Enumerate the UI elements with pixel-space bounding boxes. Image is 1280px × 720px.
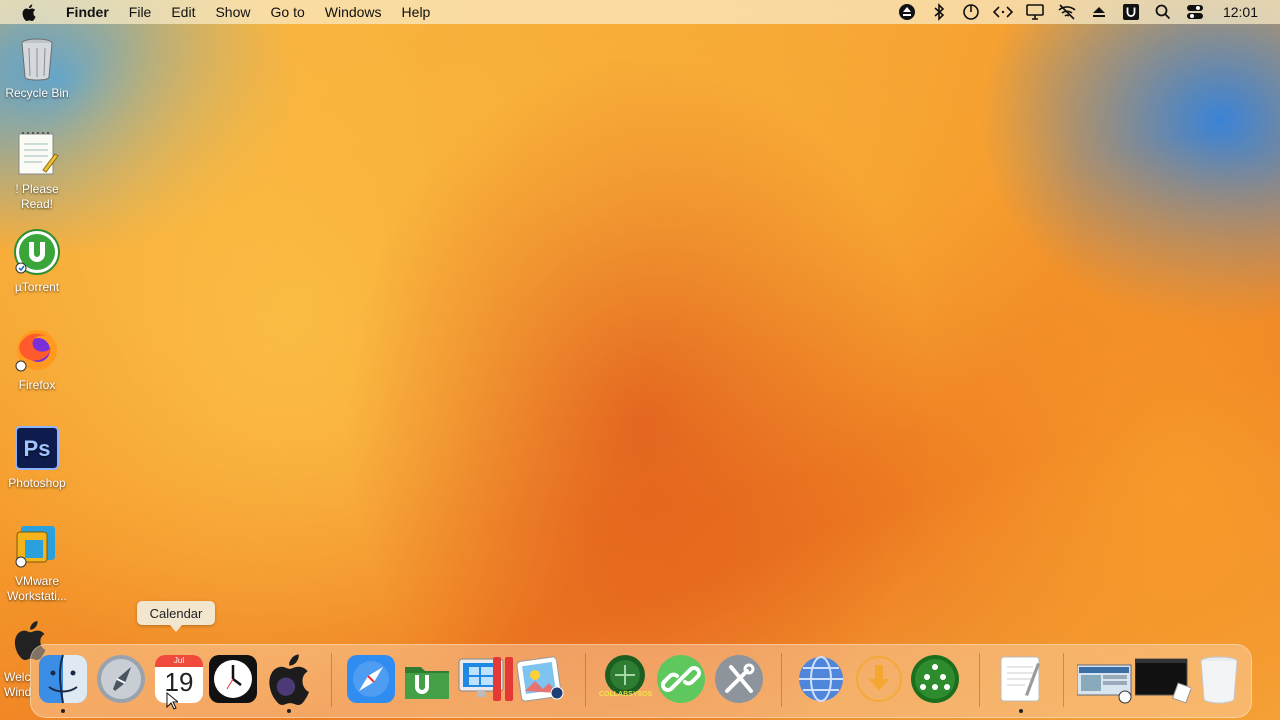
menu-edit[interactable]: Edit (161, 0, 205, 24)
dock-separator (585, 653, 586, 707)
finder-icon[interactable] (37, 653, 89, 705)
trash-icon[interactable] (1193, 653, 1245, 705)
calendar-icon[interactable]: Jul 19 (153, 653, 205, 705)
eject-circle-icon[interactable] (897, 2, 917, 22)
menu-app-name[interactable]: Finder (56, 0, 119, 24)
bluetooth-icon[interactable] (929, 2, 949, 22)
code-icon[interactable] (992, 2, 1013, 22)
power-icon[interactable] (961, 2, 981, 22)
photoshop-icon: Ps (13, 424, 61, 472)
dock-tooltip: Calendar (137, 601, 215, 632)
collabsys-icon[interactable]: COLLABSYSOS (599, 653, 653, 705)
desktop-icon-utorrent[interactable]: µTorrent (0, 228, 74, 295)
vmware-icon (13, 522, 61, 570)
utorrent-folder-icon[interactable] (401, 653, 453, 705)
search-icon[interactable] (1153, 2, 1173, 22)
notepad-icon (13, 130, 61, 178)
menu-windows[interactable]: Windows (315, 0, 392, 24)
running-indicator (287, 709, 291, 713)
dock: Jul 19 COLLABSYSOS (30, 644, 1252, 718)
photo-viewer-icon[interactable] (515, 653, 567, 705)
eject-icon[interactable] (1089, 2, 1109, 22)
firefox-icon (13, 326, 61, 374)
desktop-icon-label: µTorrent (14, 280, 60, 294)
utorrent-icon (13, 228, 61, 276)
globe-icon[interactable] (795, 653, 847, 705)
terminal-thumb-icon[interactable] (1134, 653, 1192, 705)
wifi-off-icon[interactable] (1057, 2, 1077, 22)
running-indicator (61, 709, 65, 713)
menu-bar: Finder File Edit Show Go to Windows Help (0, 0, 1280, 24)
tools-icon[interactable] (713, 653, 765, 705)
recycle-bin-icon (13, 34, 61, 82)
desktop-icon-label: Recycle Bin (5, 86, 69, 100)
dock-separator (781, 653, 782, 707)
display-icon[interactable] (1025, 2, 1045, 22)
running-indicator (1019, 709, 1023, 713)
desktop-icon-please-read[interactable]: ! Please Read! (0, 130, 74, 212)
calendar-day: 19 (164, 667, 194, 697)
dock-separator (331, 653, 332, 707)
menu-clock[interactable]: 12:01 (1223, 4, 1258, 20)
collabsys-label: COLLABSYSOS (599, 691, 653, 698)
menu-show[interactable]: Show (205, 0, 260, 24)
u-icon[interactable] (1121, 2, 1141, 22)
desktop-icon-label: ! Please Read! (15, 182, 59, 211)
network-icon[interactable] (909, 653, 961, 705)
apple-menu-icon[interactable] (20, 3, 38, 21)
desktop-icon-label: VMware Workstati... (7, 574, 67, 603)
desktop-icon-label: Photoshop (8, 476, 66, 490)
link-icon[interactable] (655, 653, 707, 705)
menu-file[interactable]: File (119, 0, 162, 24)
clock-icon[interactable] (207, 653, 259, 705)
dock-separator (1063, 653, 1064, 707)
textedit-icon[interactable] (995, 653, 1047, 705)
safari-icon[interactable] (345, 653, 397, 705)
desktop-icon-label: Firefox (18, 378, 56, 392)
desktop-icon-firefox[interactable]: Firefox (0, 326, 74, 393)
mouse-cursor (166, 691, 180, 710)
desktop-icon-vmware[interactable]: VMware Workstati... (0, 522, 74, 604)
menu-go-to[interactable]: Go to (261, 0, 315, 24)
control-center-icon[interactable] (1185, 2, 1205, 22)
calendar-month: Jul (173, 656, 185, 665)
menu-help[interactable]: Help (392, 0, 441, 24)
desktop-icon-photoshop[interactable]: Ps Photoshop (0, 424, 74, 491)
launchpad-icon[interactable] (95, 653, 147, 705)
svg-text:Ps: Ps (24, 436, 51, 461)
parallels-icon[interactable] (491, 653, 515, 705)
screenshot-thumb-icon[interactable] (1076, 653, 1133, 705)
desktop-icon-recycle-bin[interactable]: Recycle Bin (0, 34, 74, 101)
apple-icon[interactable] (263, 653, 315, 705)
download-icon[interactable] (853, 653, 905, 705)
dock-separator (979, 653, 980, 707)
